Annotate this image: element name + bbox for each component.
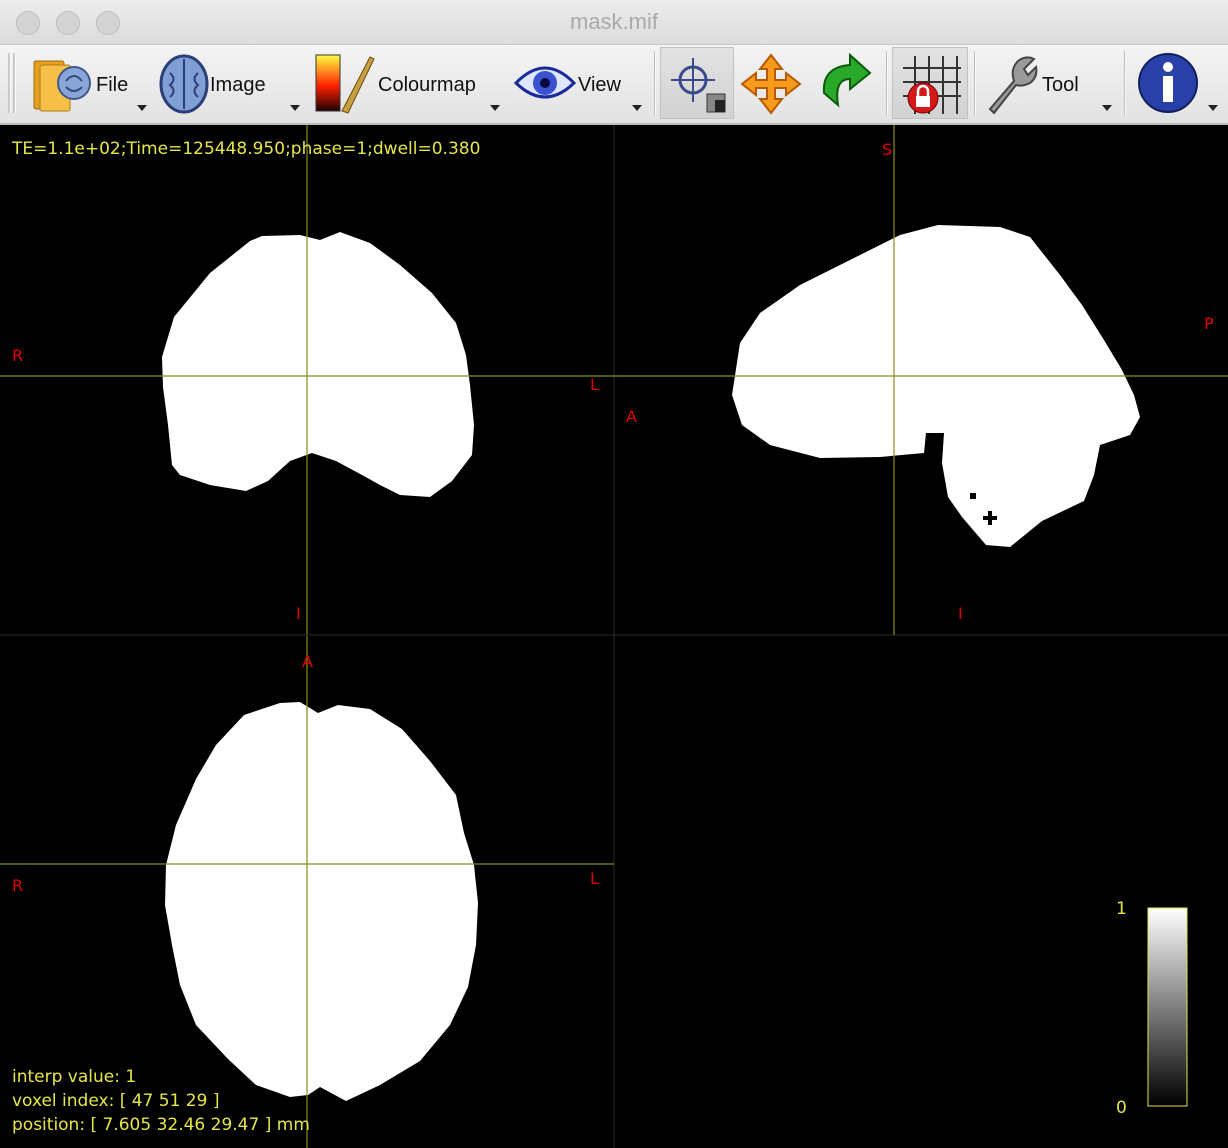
- colourbar-gradient: [1147, 907, 1188, 1107]
- coronal-mask: [162, 232, 474, 497]
- colourbar-max-label: 1: [1116, 899, 1127, 919]
- image-viewport[interactable]: TE=1.1e+02;Time=125448.950;phase=1;dwell…: [0, 125, 1228, 1148]
- chevron-down-icon: [632, 105, 642, 111]
- voxel-index-readout: voxel index: [ 47 51 29 ]: [12, 1091, 220, 1111]
- sagittal-orientation-superior: S: [882, 140, 893, 159]
- axial-orientation-right: R: [12, 876, 24, 895]
- toolbar-separator: [974, 51, 976, 115]
- chevron-down-icon: [1208, 105, 1218, 111]
- pan-mode-button[interactable]: [738, 47, 804, 119]
- colourbar-min-label: 0: [1116, 1098, 1127, 1118]
- rotate-mode-button[interactable]: [808, 47, 880, 119]
- crosshair-icon: [671, 58, 726, 113]
- wrench-icon: [988, 56, 1038, 115]
- rotate-arrow-icon: [822, 53, 872, 108]
- colourmap-menu-label: Colourmap: [378, 74, 476, 96]
- view-menu-button[interactable]: View: [512, 47, 646, 119]
- image-header-info: TE=1.1e+02;Time=125448.950;phase=1;dwell…: [12, 139, 481, 159]
- toolbar-grip[interactable]: [8, 53, 11, 113]
- coronal-orientation-left: L: [590, 375, 599, 394]
- info-menu-button[interactable]: [1130, 47, 1220, 119]
- mask-render: [0, 125, 1228, 1148]
- main-toolbar: File Image Colourmap View Tool: [0, 45, 1228, 125]
- chevron-down-icon: [1102, 105, 1112, 111]
- folder-icon: [33, 60, 91, 112]
- toolbar-grip-2[interactable]: [13, 53, 16, 113]
- toolbar-separator: [1124, 51, 1126, 115]
- sagittal-mask-hole: [970, 493, 976, 499]
- position-readout: position: [ 7.605 32.46 29.47 ] mm: [12, 1115, 310, 1135]
- chevron-down-icon: [490, 105, 500, 111]
- navigate-mode-button[interactable]: [660, 47, 734, 119]
- move-arrows-icon: [740, 53, 802, 115]
- sagittal-orientation-posterior: P: [1204, 314, 1214, 333]
- eye-icon: [514, 66, 576, 99]
- view-menu-label: View: [578, 74, 621, 96]
- brain-icon: [159, 54, 209, 114]
- interp-value-readout: interp value: 1: [12, 1067, 137, 1087]
- info-icon: [1138, 53, 1198, 113]
- image-menu-button[interactable]: Image: [156, 47, 306, 119]
- snap-to-grid-button[interactable]: [892, 47, 968, 119]
- image-menu-label: Image: [210, 74, 266, 96]
- chevron-down-icon: [137, 105, 147, 111]
- axial-orientation-anterior: A: [302, 652, 313, 671]
- sagittal-orientation-inferior: I: [958, 604, 963, 623]
- colourmap-icon: [315, 54, 375, 114]
- chevron-down-icon: [290, 105, 300, 111]
- axial-orientation-left: L: [590, 869, 599, 888]
- file-menu-label: File: [96, 74, 129, 96]
- sagittal-orientation-anterior: A: [626, 407, 637, 426]
- coronal-orientation-right: R: [12, 346, 24, 365]
- file-menu-button[interactable]: File: [26, 47, 150, 119]
- window-title: mask.mif: [570, 9, 658, 34]
- sagittal-mask: [732, 225, 1140, 547]
- coronal-orientation-inferior: I: [296, 604, 301, 623]
- tool-menu-button[interactable]: Tool: [982, 47, 1118, 119]
- colourmap-menu-button[interactable]: Colourmap: [310, 47, 506, 119]
- title-bar: mask.mif: [0, 0, 1228, 45]
- toolbar-separator: [886, 51, 888, 115]
- axial-mask: [165, 702, 478, 1101]
- grid-lock-icon: [903, 56, 961, 114]
- toolbar-separator: [654, 51, 656, 115]
- tool-menu-label: Tool: [1042, 74, 1079, 96]
